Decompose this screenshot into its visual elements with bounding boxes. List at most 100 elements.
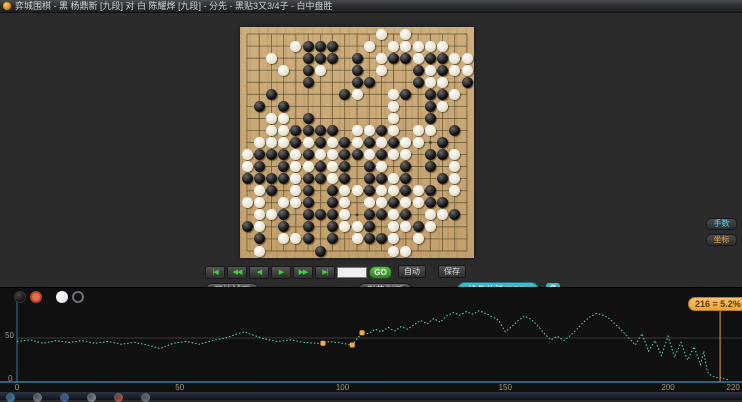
white-stone: [412, 124, 424, 136]
black-stone: [339, 88, 351, 100]
white-stone: [327, 137, 339, 148]
black-stone: [265, 88, 277, 100]
forward-button[interactable]: ▶: [271, 265, 291, 279]
white-stone: [265, 52, 277, 64]
black-stone: [424, 185, 436, 197]
black-stone: [302, 40, 314, 52]
white-stone: [363, 197, 375, 209]
black-stone: [412, 76, 424, 88]
last-move-button[interactable]: ▶|: [315, 265, 335, 279]
black-stone: [424, 112, 436, 124]
black-stone: [424, 52, 436, 64]
taskbar-icon-4[interactable]: [114, 393, 123, 402]
white-stone: [388, 88, 400, 100]
black-stone: [241, 221, 253, 233]
white-stone: [375, 52, 387, 64]
black-stone: [437, 137, 449, 148]
white-stone: [278, 64, 290, 76]
black-stone: [253, 173, 265, 185]
white-stone: [351, 233, 363, 245]
black-stone: [302, 64, 314, 76]
black-stone: [314, 40, 326, 52]
window-title: 弈城围棋 - 黑 杨鼎新 [九段] 对 白 陈耀烨 [九段] - 分先 - 黑贴…: [15, 0, 333, 11]
fast-forward-button[interactable]: ▶▶: [293, 265, 313, 279]
move-winrate-tooltip: 216 = 5.2%: [688, 297, 742, 311]
black-stone: [302, 149, 314, 161]
white-stone: [412, 137, 424, 148]
taskbar-icon-2[interactable]: [60, 393, 69, 402]
black-stone: [265, 149, 277, 161]
white-stone: [375, 28, 387, 40]
hollow-color-toggle[interactable]: [72, 291, 84, 303]
fast-back-button[interactable]: ◀◀: [227, 265, 247, 279]
black-stone: [437, 52, 449, 64]
black-stone: [314, 173, 326, 185]
white-stone: [424, 76, 436, 88]
white-stone: [302, 137, 314, 148]
white-stone: [437, 100, 449, 112]
white-stone: [253, 209, 265, 221]
winrate-chart[interactable]: [0, 288, 742, 393]
winrate-graph-panel: 50 0 0 50 100 150 200 220 216 = 5.2%: [0, 287, 742, 393]
black-stone: [327, 124, 339, 136]
black-stone: [302, 52, 314, 64]
black-stone-toggle[interactable]: [14, 291, 26, 303]
black-stone: [437, 88, 449, 100]
black-stone: [314, 52, 326, 64]
white-stone: [241, 149, 253, 161]
white-stone: [314, 149, 326, 161]
white-stone: [351, 185, 363, 197]
black-stone: [253, 161, 265, 173]
black-stone: [424, 149, 436, 161]
black-stone: [363, 137, 375, 148]
go-button[interactable]: GO: [369, 265, 392, 279]
white-stone: [363, 149, 375, 161]
coordinates-toggle[interactable]: 坐标: [706, 234, 737, 246]
white-stone: [253, 245, 265, 257]
black-stone: [253, 100, 265, 112]
white-stone: [253, 137, 265, 148]
black-stone: [412, 64, 424, 76]
white-stone: [314, 64, 326, 76]
white-stone: [388, 100, 400, 112]
black-stone: [437, 64, 449, 76]
taskbar-icon-3[interactable]: [87, 393, 96, 402]
taskbar-icon-1[interactable]: [33, 393, 42, 402]
black-stone: [424, 100, 436, 112]
white-stone: [253, 197, 265, 209]
auto-play-button[interactable]: 自动: [398, 265, 426, 278]
selected-color-toggle[interactable]: [30, 291, 42, 303]
black-stone: [302, 112, 314, 124]
start-button[interactable]: [6, 393, 15, 402]
white-stone: [278, 112, 290, 124]
save-button[interactable]: 保存: [438, 265, 466, 278]
black-stone: [314, 124, 326, 136]
white-stone: [253, 185, 265, 197]
black-stone: [363, 161, 375, 173]
white-stone: [351, 88, 363, 100]
white-stone: [265, 124, 277, 136]
black-stone: [412, 221, 424, 233]
white-stone: [265, 137, 277, 148]
white-stone: [424, 40, 436, 52]
black-stone: [375, 124, 387, 136]
move-number-input[interactable]: [337, 266, 367, 278]
taskbar-icon-5[interactable]: [141, 393, 150, 402]
white-stone: [461, 52, 473, 64]
white-stone: [400, 40, 412, 52]
white-stone: [461, 64, 473, 76]
winrate-legend: [14, 290, 84, 304]
x-tick-label: 220: [726, 383, 740, 392]
white-stone: [449, 52, 461, 64]
white-stone: [363, 40, 375, 52]
go-board[interactable]: [240, 27, 474, 258]
black-stone: [302, 124, 314, 136]
white-stone-toggle[interactable]: [56, 291, 68, 303]
x-tick-label: 0: [14, 383, 20, 392]
black-stone: [302, 173, 314, 185]
white-stone: [290, 40, 302, 52]
first-move-button[interactable]: |◀: [205, 265, 225, 279]
back-button[interactable]: ◀: [249, 265, 269, 279]
move-numbers-toggle[interactable]: 手数: [706, 218, 737, 230]
black-stone: [278, 100, 290, 112]
